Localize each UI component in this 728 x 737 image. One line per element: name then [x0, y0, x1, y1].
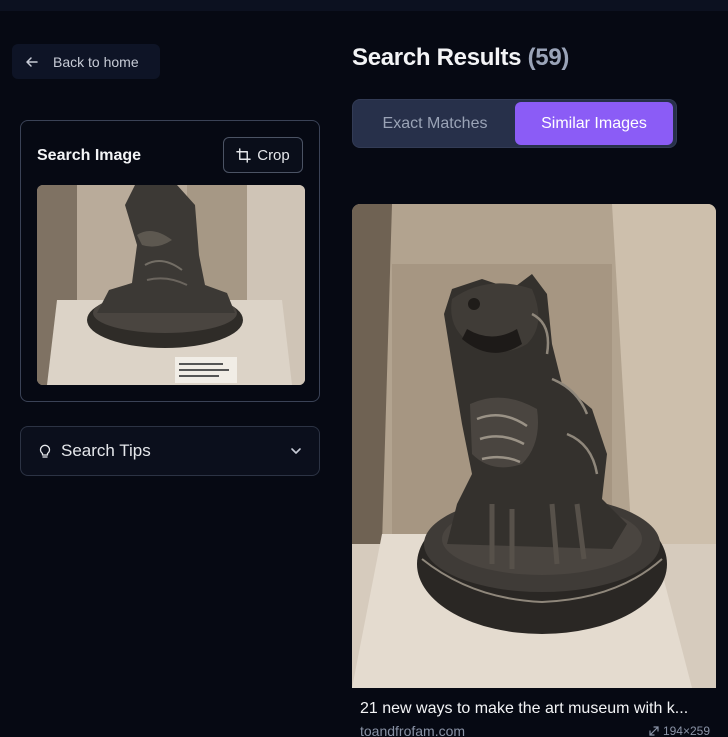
- tab-exact-matches[interactable]: Exact Matches: [355, 102, 515, 145]
- result-title[interactable]: 21 new ways to make the art museum with …: [360, 700, 716, 718]
- results-title-text: Search Results: [352, 44, 522, 71]
- crop-label: Crop: [257, 146, 290, 164]
- chevron-down-icon: [291, 448, 301, 454]
- result-source[interactable]: toandfrofam.com: [360, 723, 465, 737]
- search-tips-accordion[interactable]: Search Tips: [20, 426, 320, 476]
- search-tips-label: Search Tips: [61, 441, 151, 460]
- results-count: (59): [527, 44, 570, 71]
- back-to-home-label: Back to home: [53, 53, 139, 70]
- lightbulb-icon: [39, 444, 51, 458]
- search-results-title: Search Results (59): [352, 44, 569, 72]
- crop-button[interactable]: Crop: [223, 137, 303, 173]
- result-dimensions: 194×259: [649, 724, 710, 737]
- resize-arrows-icon: [649, 726, 659, 736]
- result-image[interactable]: [352, 204, 716, 688]
- back-to-home-button[interactable]: Back to home: [12, 44, 160, 79]
- search-image-title: Search Image: [37, 147, 142, 164]
- search-image-thumbnail[interactable]: [37, 185, 305, 385]
- arrow-left-icon: [26, 56, 38, 67]
- match-type-tabs: Exact Matches Similar Images: [352, 99, 677, 148]
- result-dimensions-text: 194×259: [662, 724, 710, 737]
- result-card[interactable]: 21 new ways to make the art museum with …: [352, 204, 716, 737]
- crop-icon: [236, 147, 251, 163]
- tab-similar-images[interactable]: Similar Images: [515, 102, 673, 145]
- top-strip: [0, 0, 728, 11]
- search-image-card: Search Image Crop: [20, 120, 320, 402]
